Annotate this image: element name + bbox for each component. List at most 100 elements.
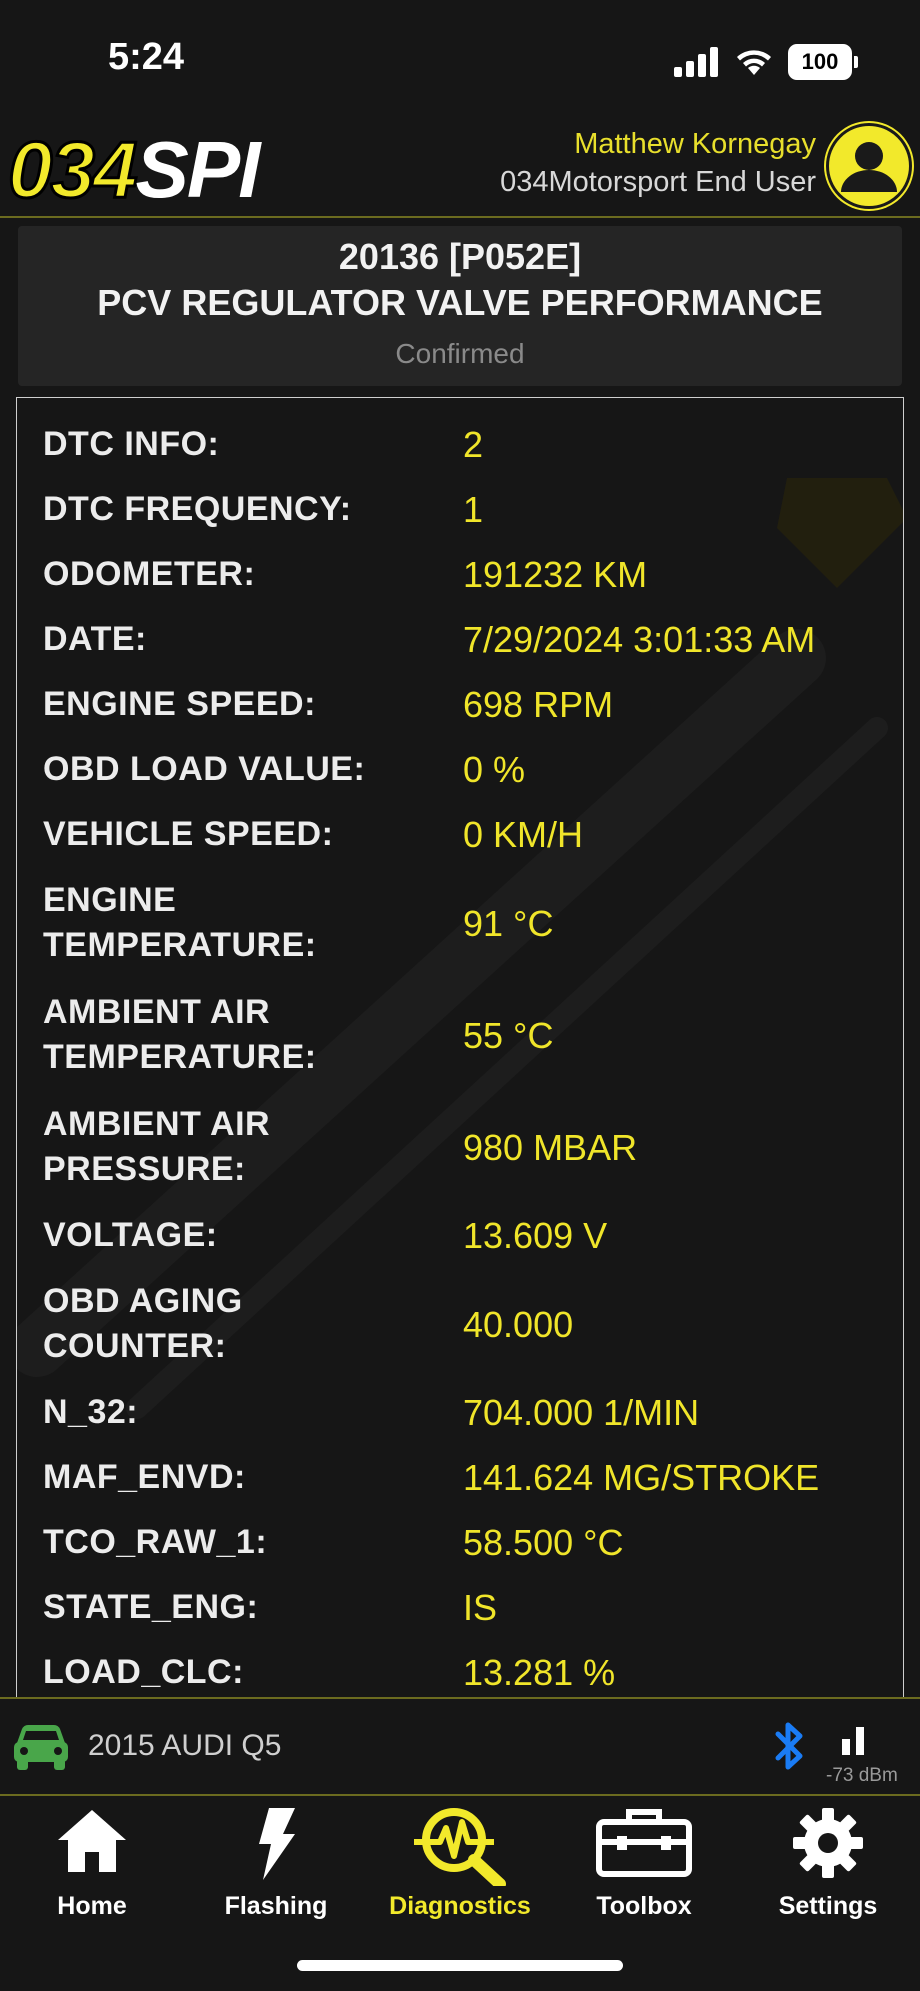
row-value: 698 RPM bbox=[463, 684, 614, 725]
freeze-frame-panel[interactable]: DTC INFO: 2 DTC FREQUENCY: 1 ODOMETER: 1… bbox=[16, 397, 904, 1698]
row-dtc-info: DTC INFO: 2 bbox=[17, 412, 903, 477]
lightning-bolt-icon bbox=[259, 1808, 295, 1880]
row-label: DATE: bbox=[43, 620, 147, 658]
row-label: N_32: bbox=[43, 1393, 139, 1431]
row-tco-raw-1: TCO_RAW_1: 58.500 °C bbox=[17, 1510, 903, 1575]
row-value: 191232 KM bbox=[463, 554, 648, 595]
app-header: 034SPI Matthew Kornegay 034Motorsport En… bbox=[0, 120, 920, 218]
row-voltage: VOLTAGE: 13.609 V bbox=[17, 1203, 903, 1268]
vehicle-bar[interactable]: 2015 AUDI Q5 -73 dBm bbox=[0, 1697, 920, 1796]
wifi-icon bbox=[737, 50, 771, 75]
nav-label-home: Home bbox=[57, 1892, 127, 1920]
nav-diagnostics[interactable]: Diagnostics bbox=[368, 1794, 552, 1924]
row-value: 2 bbox=[463, 424, 484, 465]
bluetooth-icon[interactable] bbox=[770, 1719, 808, 1773]
row-label: MAF_ENVD: bbox=[43, 1458, 246, 1496]
user-avatar-icon[interactable] bbox=[826, 123, 912, 209]
row-label-line-1: AMBIENT AIR bbox=[43, 993, 271, 1031]
row-value: 13.281 % bbox=[463, 1652, 616, 1693]
row-label: AMBIENT AIR PRESSURE: bbox=[43, 1102, 463, 1192]
nav-home[interactable]: Home bbox=[0, 1794, 184, 1924]
row-label-line-2: COUNTER: bbox=[43, 1327, 227, 1365]
user-role: 034Motorsport End User bbox=[500, 166, 816, 198]
logo-part-2: SPI bbox=[135, 125, 260, 214]
row-vehicle-speed: VEHICLE SPEED: 0 KM/H bbox=[17, 802, 903, 867]
row-label: DTC INFO: bbox=[43, 425, 220, 463]
dtc-description: PCV REGULATOR VALVE PERFORMANCE bbox=[97, 282, 823, 323]
row-value: 980 MBAR bbox=[463, 1126, 638, 1168]
row-label: VOLTAGE: bbox=[43, 1216, 218, 1254]
gear-icon bbox=[793, 1808, 863, 1878]
app-logo: 034SPI bbox=[6, 128, 260, 211]
row-engine-speed: ENGINE SPEED: 698 RPM bbox=[17, 672, 903, 737]
vehicle-name: 2015 AUDI Q5 bbox=[88, 1729, 282, 1762]
row-label-line-2: PRESSURE: bbox=[43, 1150, 246, 1188]
dtc-status: Confirmed bbox=[395, 338, 525, 369]
row-label-line-2: TEMPERATURE: bbox=[43, 1038, 317, 1076]
row-label-line-2: TEMPERATURE: bbox=[43, 926, 317, 964]
home-indicator[interactable] bbox=[297, 1960, 623, 1971]
row-value: 91 °C bbox=[463, 902, 554, 944]
row-ambient-air-temperature: AMBIENT AIR TEMPERATURE: 55 °C bbox=[17, 979, 903, 1091]
status-icons: 100 bbox=[674, 44, 858, 80]
dtc-code: 20136 [P052E] bbox=[338, 236, 582, 277]
status-bar: 5:24 100 bbox=[0, 0, 920, 120]
nav-label-settings: Settings bbox=[778, 1892, 878, 1920]
battery-icon: 100 bbox=[788, 44, 858, 80]
row-obd-aging-counter: OBD AGING COUNTER: 40.000 bbox=[17, 1268, 903, 1380]
signal-dbm: -73 dBm bbox=[826, 1765, 898, 1786]
status-time: 5:24 bbox=[108, 36, 185, 78]
nav-flashing[interactable]: Flashing bbox=[184, 1794, 368, 1924]
row-ambient-air-pressure: AMBIENT AIR PRESSURE: 980 MBAR bbox=[17, 1091, 903, 1203]
diagnostics-magnifier-icon bbox=[414, 1808, 506, 1886]
nav-label-flashing: Flashing bbox=[224, 1892, 328, 1920]
toolbox-icon bbox=[596, 1809, 692, 1877]
row-label: ODOMETER: bbox=[43, 555, 256, 593]
dtc-header-card: 20136 [P052E] PCV REGULATOR VALVE PERFOR… bbox=[18, 226, 902, 386]
row-maf-envd: MAF_ENVD: 141.624 MG/STROKE bbox=[17, 1445, 903, 1510]
nav-toolbox[interactable]: Toolbox bbox=[552, 1794, 736, 1924]
row-dtc-frequency: DTC FREQUENCY: 1 bbox=[17, 477, 903, 542]
user-name[interactable]: Matthew Kornegay bbox=[574, 128, 816, 161]
row-label: OBD LOAD VALUE: bbox=[43, 750, 366, 788]
row-value: 141.624 MG/STROKE bbox=[463, 1457, 820, 1498]
row-value: 1 bbox=[463, 489, 484, 530]
nav-settings[interactable]: Settings bbox=[736, 1794, 920, 1924]
row-value: 704.000 1/MIN bbox=[463, 1392, 700, 1433]
bottom-nav: Home Flashing Diagnostics Toolbox Settin… bbox=[0, 1794, 920, 1924]
cellular-signal-icon bbox=[674, 47, 718, 77]
battery-level: 100 bbox=[788, 44, 852, 80]
row-odometer: ODOMETER: 191232 KM bbox=[17, 542, 903, 607]
row-date: DATE: 7/29/2024 3:01:33 AM bbox=[17, 607, 903, 672]
row-state-eng: STATE_ENG: IS bbox=[17, 1575, 903, 1640]
row-label-line-1: AMBIENT AIR bbox=[43, 1105, 271, 1143]
row-obd-load-value: OBD LOAD VALUE: 0 % bbox=[17, 737, 903, 802]
row-label: ENGINE TEMPERATURE: bbox=[43, 878, 463, 968]
row-label: VEHICLE SPEED: bbox=[43, 815, 334, 853]
row-value: IS bbox=[463, 1587, 498, 1628]
row-value: 40.000 bbox=[463, 1303, 574, 1345]
row-label-line-1: ENGINE bbox=[43, 881, 177, 919]
nav-label-toolbox: Toolbox bbox=[596, 1892, 692, 1920]
row-value: 0 % bbox=[463, 749, 526, 790]
row-label-line-1: OBD AGING bbox=[43, 1282, 243, 1320]
row-label: DTC FREQUENCY: bbox=[43, 490, 352, 528]
row-value: 58.500 °C bbox=[463, 1522, 624, 1563]
row-value: 13.609 V bbox=[463, 1215, 608, 1256]
nav-label-diagnostics: Diagnostics bbox=[389, 1892, 531, 1920]
row-label: LOAD_CLC: bbox=[43, 1653, 244, 1691]
row-value: 7/29/2024 3:01:33 AM bbox=[463, 619, 816, 660]
signal-strength-icon bbox=[842, 1727, 864, 1755]
logo-part-1: 034 bbox=[6, 125, 139, 214]
row-load-clc: LOAD_CLC: 13.281 % bbox=[17, 1640, 903, 1698]
row-label: AMBIENT AIR TEMPERATURE: bbox=[43, 990, 463, 1080]
car-icon bbox=[14, 1725, 68, 1770]
row-engine-temperature: ENGINE TEMPERATURE: 91 °C bbox=[17, 867, 903, 979]
row-n-32: N_32: 704.000 1/MIN bbox=[17, 1380, 903, 1445]
row-label: TCO_RAW_1: bbox=[43, 1523, 268, 1561]
home-icon bbox=[58, 1810, 126, 1872]
data-rows: DTC INFO: 2 DTC FREQUENCY: 1 ODOMETER: 1… bbox=[17, 412, 903, 1698]
row-value: 0 KM/H bbox=[463, 814, 584, 855]
row-label: OBD AGING COUNTER: bbox=[43, 1279, 463, 1369]
row-label: STATE_ENG: bbox=[43, 1588, 259, 1626]
